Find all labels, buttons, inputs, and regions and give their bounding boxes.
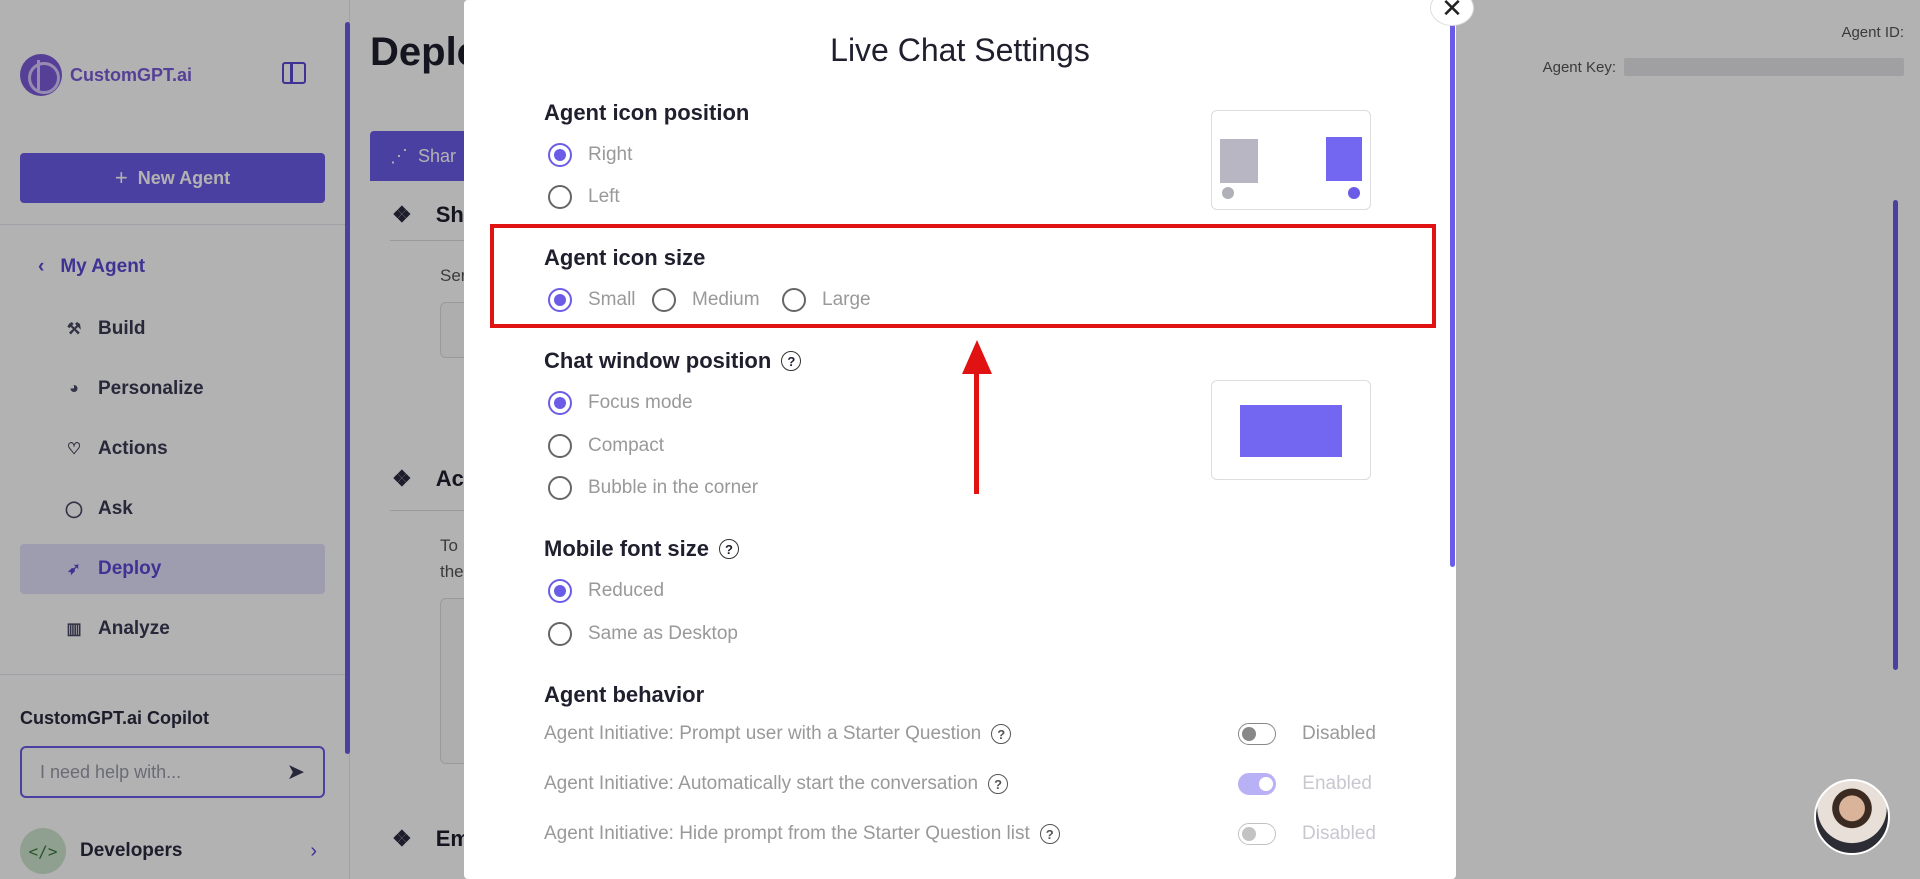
- behavior-row: Agent Initiative: Prompt user with a Sta…: [544, 723, 1376, 745]
- agent-behavior-label: Agent behavior: [544, 682, 705, 707]
- behavior-label-text: Agent Initiative: Hide prompt from the S…: [544, 823, 1030, 844]
- mobile-font-label: Mobile font size ?: [544, 536, 739, 562]
- toggle-state: Disabled: [1302, 723, 1376, 744]
- help-icon[interactable]: ?: [781, 351, 802, 371]
- toggle-switch[interactable]: [1238, 773, 1276, 795]
- modal-scrollbar[interactable]: [1450, 22, 1455, 567]
- chat-window-label-text: Chat window position: [544, 348, 772, 373]
- behavior-label: Agent Initiative: Prompt user with a Sta…: [544, 723, 1238, 745]
- help-icon[interactable]: ?: [991, 724, 1012, 744]
- radio-label: Bubble in the corner: [588, 477, 759, 498]
- modal-title: Live Chat Settings: [830, 32, 1090, 68]
- behavior-row: Agent Initiative: Automatically start th…: [544, 773, 1372, 795]
- preview-left-block: [1220, 139, 1258, 183]
- preview-chat-window: [1240, 405, 1342, 457]
- mobile-font-label-text: Mobile font size: [544, 536, 709, 561]
- chat-avatar-bubble[interactable]: [1814, 779, 1890, 855]
- radio-unselected[interactable]: [548, 476, 572, 500]
- toggle-state: Disabled: [1302, 823, 1376, 844]
- radio-selected[interactable]: [548, 391, 572, 415]
- radio-bubble-corner[interactable]: Bubble in the corner: [548, 476, 758, 500]
- behavior-row: Agent Initiative: Hide prompt from the S…: [544, 823, 1376, 845]
- live-chat-settings-modal: Live Chat Settings Agent icon position R…: [464, 0, 1456, 879]
- radio-label: Right: [588, 144, 633, 165]
- behavior-label-text: Agent Initiative: Prompt user with a Sta…: [544, 723, 982, 744]
- radio-unselected[interactable]: [548, 434, 572, 458]
- radio-unselected[interactable]: [548, 622, 572, 646]
- toggle-state: Enabled: [1302, 773, 1372, 794]
- radio-focus-mode[interactable]: Focus mode: [548, 391, 693, 415]
- icon-position-preview: [1211, 110, 1371, 210]
- radio-right[interactable]: Right: [548, 143, 632, 167]
- radio-unselected[interactable]: [548, 185, 572, 209]
- radio-label: Compact: [588, 435, 665, 456]
- icon-position-label: Agent icon position: [544, 100, 750, 125]
- radio-label: Same as Desktop: [588, 623, 738, 644]
- preview-left-dot: [1222, 187, 1234, 199]
- chat-window-preview: [1211, 380, 1371, 480]
- radio-compact[interactable]: Compact: [548, 434, 664, 458]
- radio-label: Focus mode: [588, 392, 693, 413]
- behavior-label: Agent Initiative: Automatically start th…: [544, 773, 1238, 795]
- radio-reduced[interactable]: Reduced: [548, 579, 664, 603]
- toggle-switch[interactable]: [1238, 823, 1276, 845]
- chat-window-label: Chat window position ?: [544, 348, 802, 374]
- annotation-arrow-shaft: [974, 366, 979, 494]
- preview-right-block: [1326, 137, 1362, 181]
- radio-selected[interactable]: [548, 143, 572, 167]
- behavior-label: Agent Initiative: Hide prompt from the S…: [544, 823, 1238, 845]
- help-icon[interactable]: ?: [719, 539, 739, 559]
- toggle-switch[interactable]: [1238, 723, 1276, 745]
- behavior-label-text: Agent Initiative: Automatically start th…: [544, 773, 979, 794]
- help-icon[interactable]: ?: [1039, 824, 1060, 844]
- radio-left[interactable]: Left: [548, 185, 620, 209]
- radio-label: Left: [588, 186, 620, 207]
- radio-selected[interactable]: [548, 579, 572, 603]
- radio-label: Reduced: [588, 580, 665, 601]
- radio-same-as-desktop[interactable]: Same as Desktop: [548, 622, 738, 646]
- annotation-highlight-box: [490, 224, 1436, 328]
- help-icon[interactable]: ?: [988, 774, 1009, 794]
- preview-right-dot: [1348, 187, 1360, 199]
